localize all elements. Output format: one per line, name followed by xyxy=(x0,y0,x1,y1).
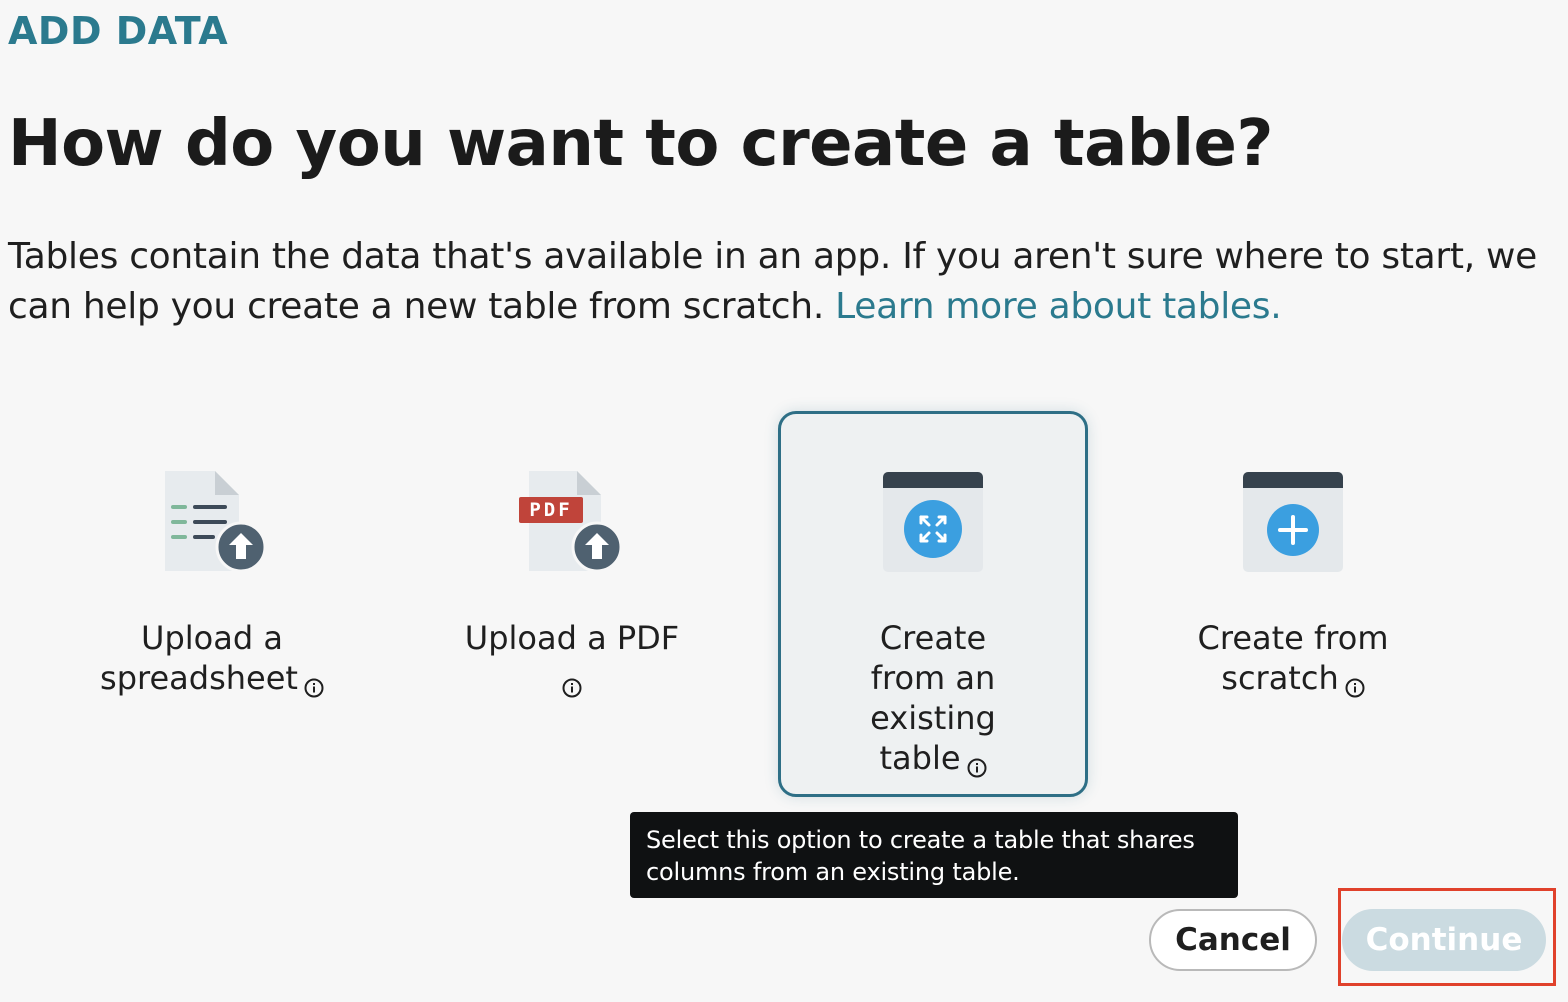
pdf-upload-icon: PDF xyxy=(517,469,627,573)
continue-button[interactable]: Continue xyxy=(1342,909,1546,971)
new-table-icon xyxy=(1238,468,1348,572)
option-create-from-scratch[interactable]: Create from scratch xyxy=(1138,411,1448,797)
option-create-from-existing-table[interactable]: Create from an existing table xyxy=(778,411,1088,797)
option-label: Upload a PDF xyxy=(420,618,724,698)
info-icon[interactable] xyxy=(967,747,987,778)
option-upload-pdf[interactable]: PDF Upload a PDF xyxy=(417,411,727,797)
tooltip: Select this option to create a table tha… xyxy=(630,812,1238,898)
page-title: How do you want to create a table? xyxy=(8,107,1274,181)
existing-table-icon xyxy=(878,468,988,572)
pdf-badge-text: PDF xyxy=(529,499,572,521)
option-label: Create from scratch xyxy=(1197,619,1389,698)
learn-more-link[interactable]: Learn more about tables. xyxy=(835,286,1282,327)
option-label: Upload a spreadsheet xyxy=(60,618,364,698)
description-text: Tables contain the data that's available… xyxy=(8,236,1538,327)
page-description: Tables contain the data that's available… xyxy=(8,232,1563,332)
info-icon[interactable] xyxy=(304,667,324,698)
info-icon[interactable] xyxy=(562,667,582,698)
cancel-button[interactable]: Cancel xyxy=(1149,909,1317,971)
spreadsheet-upload-icon xyxy=(157,469,267,573)
info-icon[interactable] xyxy=(1345,667,1365,698)
option-label: Create from an existing table xyxy=(870,619,996,778)
eyebrow-heading: ADD DATA xyxy=(8,9,229,53)
option-upload-spreadsheet[interactable]: Upload a spreadsheet xyxy=(57,411,367,797)
